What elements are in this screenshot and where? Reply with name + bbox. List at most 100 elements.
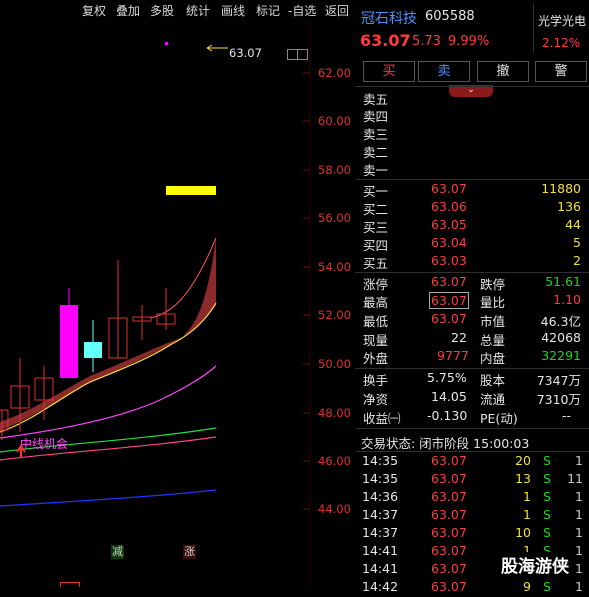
chart-canvas — [0, 22, 311, 586]
tick-price: 63.07 — [431, 543, 467, 558]
tick-price: 63.07 — [431, 489, 467, 504]
tick-side: S — [543, 453, 551, 468]
buy-level-row[interactable]: 买四 63.04 5 — [355, 235, 589, 253]
quote-panel: 冠石科技 605588 光学光电 2.12% 63.07 5.73 9.99% … — [355, 0, 589, 594]
buy-level-row[interactable]: 买一 63.07 11880 — [355, 181, 589, 199]
alert-button[interactable]: 警 — [535, 61, 587, 82]
tick-time: 14:35 — [362, 453, 399, 468]
share-capital-label: 股本 — [480, 373, 506, 388]
tick-time: 14:35 — [362, 471, 399, 486]
buy-level-label: 买一 — [363, 184, 389, 199]
sell-button[interactable]: 卖 — [418, 61, 470, 82]
buy-level-row[interactable]: 买二 63.06 136 — [355, 199, 589, 217]
buy-level-price: 63.06 — [431, 199, 467, 214]
tick-row: 14:37 63.07 1 S 1 — [355, 507, 589, 525]
chart-restore-button[interactable] — [297, 49, 308, 60]
net-assets-label: 净资 — [363, 392, 389, 407]
price-label: 56.00 — [318, 211, 351, 225]
buy-level-label: 买四 — [363, 238, 389, 253]
high-label: 最高 — [363, 295, 389, 310]
tick-time: 14:37 — [362, 525, 399, 540]
watermark: 股海游侠 — [501, 552, 569, 577]
buy-level-volume: 44 — [565, 217, 581, 232]
current-volume-label: 现量 — [363, 333, 389, 348]
candlestick-chart[interactable]: 62.00 60.00 58.00 56.00 54.00 52.00 50.0… — [0, 22, 354, 587]
limit-up-bar — [166, 186, 216, 195]
pe-label: PE(动) — [480, 411, 518, 426]
price-label: 44.00 — [318, 502, 351, 516]
float-shares-value: 7310万 — [536, 392, 581, 407]
tick-time: 14:41 — [362, 561, 399, 576]
toolbar-drawline-button[interactable]: 画线 — [219, 2, 247, 20]
sector-change: 2.12% — [542, 36, 581, 50]
toolbar-stats-button[interactable]: 统计 — [184, 2, 212, 20]
price-label: 48.00 — [318, 406, 351, 420]
inner-volume-label: 内盘 — [480, 351, 506, 366]
tick-volume: 10 — [515, 525, 531, 540]
tick-time: 14:37 — [362, 507, 399, 522]
buy-level-row[interactable]: 买三 63.05 44 — [355, 217, 589, 235]
volume-ratio-label: 量比 — [480, 295, 506, 310]
toolbar-back-button[interactable]: 返回 — [323, 2, 351, 20]
buy-level-volume: 5 — [573, 235, 581, 250]
tick-price: 63.07 — [431, 471, 467, 486]
marker-dot — [165, 42, 168, 45]
buy-level-row[interactable]: 买五 63.03 2 — [355, 253, 589, 271]
outer-volume-value: 9777 — [437, 348, 469, 363]
reduce-tag: 减 — [111, 545, 124, 559]
tick-volume: 1 — [523, 507, 531, 522]
toolbar-multistock-button[interactable]: 多股 — [148, 2, 176, 20]
tick-side: S — [543, 525, 551, 540]
current-price: 63.07 — [360, 31, 411, 50]
outer-volume-label: 外盘 — [363, 351, 389, 366]
tick-row: 14:37 63.07 10 S 1 — [355, 525, 589, 543]
limit-up-value: 63.07 — [431, 274, 467, 289]
stock-code: 605588 — [425, 9, 475, 24]
market-cap-label: 市值 — [480, 314, 506, 329]
tick-time: 14:36 — [362, 489, 399, 504]
tick-count: 1 — [575, 561, 583, 576]
tick-volume: 20 — [515, 453, 531, 468]
buy-level-price: 63.04 — [431, 235, 467, 250]
buy-level-price: 63.07 — [431, 181, 467, 196]
buy-button[interactable]: 买 — [363, 61, 415, 82]
tick-count: 1 — [575, 579, 583, 594]
stock-name[interactable]: 冠石科技 — [361, 8, 417, 28]
tick-row: 14:36 63.07 1 S 1 — [355, 489, 589, 507]
inner-volume-value: 32291 — [541, 348, 581, 363]
tick-volume: 1 — [523, 489, 531, 504]
cancel-order-button[interactable]: 撤 — [477, 61, 529, 82]
price-ticks — [303, 72, 310, 510]
high-value: 63.07 — [429, 292, 469, 309]
buy-level-label: 买三 — [363, 220, 389, 235]
buy-level-price: 63.05 — [431, 217, 467, 232]
candle-magenta — [60, 305, 78, 378]
total-volume-label: 总量 — [480, 333, 506, 348]
chart-toolbar: 复权 叠加 多股 统计 画线 标记 -自选 返回 — [0, 0, 354, 22]
tick-price: 63.07 — [431, 507, 467, 522]
net-assets-value: 14.05 — [431, 389, 467, 404]
low-label: 最低 — [363, 314, 389, 329]
limit-down-value: 51.61 — [545, 274, 581, 289]
tick-price: 63.07 — [431, 453, 467, 468]
tick-price: 63.07 — [431, 579, 467, 594]
toolbar-mark-button[interactable]: 标记 — [254, 2, 282, 20]
tick-row: 14:42 63.07 9 S 1 — [355, 579, 589, 597]
tick-time: 14:41 — [362, 543, 399, 558]
price-label: 58.00 — [318, 163, 351, 177]
turnover-label: 换手 — [363, 373, 389, 388]
eps-label: 收益㈠ — [363, 411, 401, 426]
rise-tag: 涨 — [183, 545, 196, 559]
tick-count: 1 — [575, 507, 583, 522]
tick-time: 14:42 — [362, 579, 399, 594]
turnover-value: 5.75% — [427, 370, 467, 385]
toolbar-overlay-button[interactable]: 叠加 — [114, 2, 142, 20]
toolbar-watchlist-button[interactable]: -自选 — [286, 2, 318, 20]
price-label: 54.00 — [318, 260, 351, 274]
high-price-label: 63.07 — [229, 46, 262, 60]
market-cap-value: 46.3亿 — [540, 314, 581, 329]
buy-level-volume: 11880 — [541, 181, 581, 196]
sector-box[interactable]: 光学光电 2.12% — [533, 3, 589, 53]
tick-count: 1 — [575, 543, 583, 558]
toolbar-fuquan-button[interactable]: 复权 — [80, 2, 108, 20]
